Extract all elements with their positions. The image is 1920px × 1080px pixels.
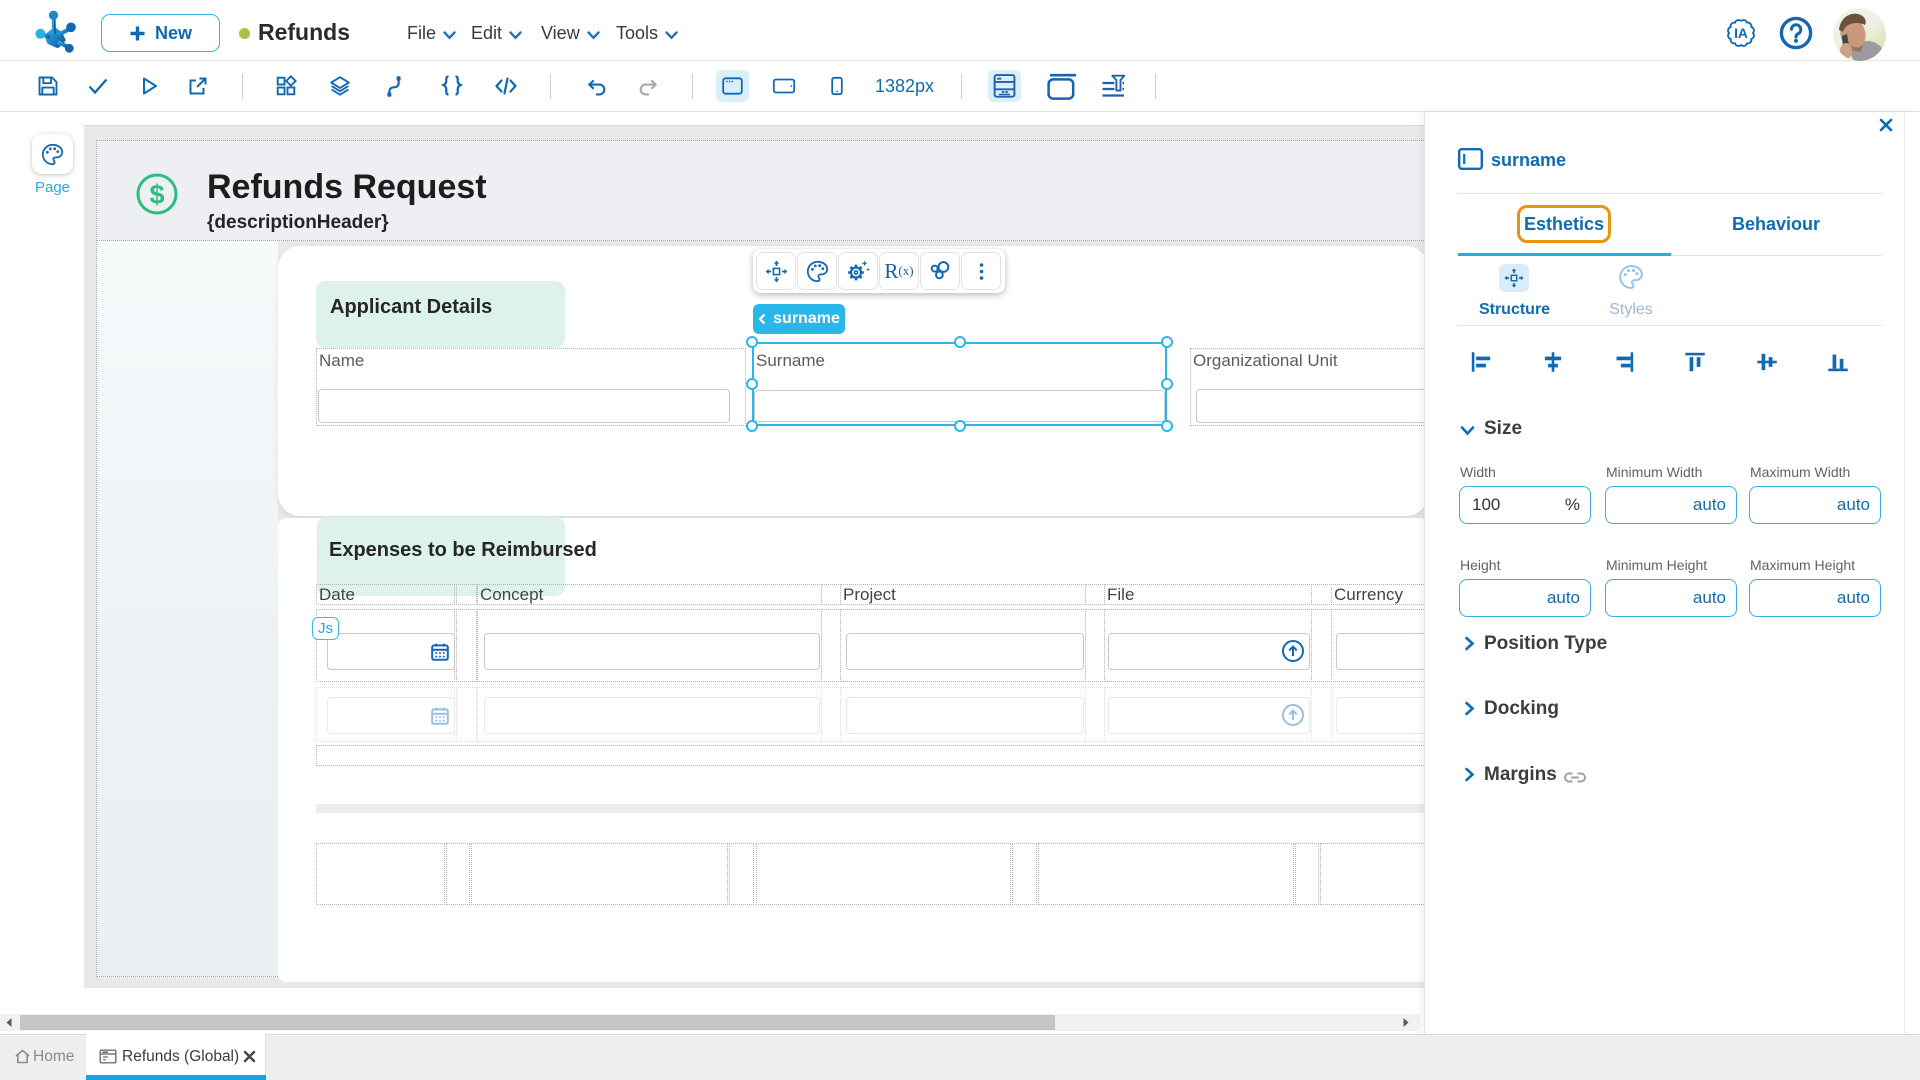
svg-text:$: $ (149, 180, 164, 210)
svg-text:IA: IA (1734, 25, 1748, 41)
